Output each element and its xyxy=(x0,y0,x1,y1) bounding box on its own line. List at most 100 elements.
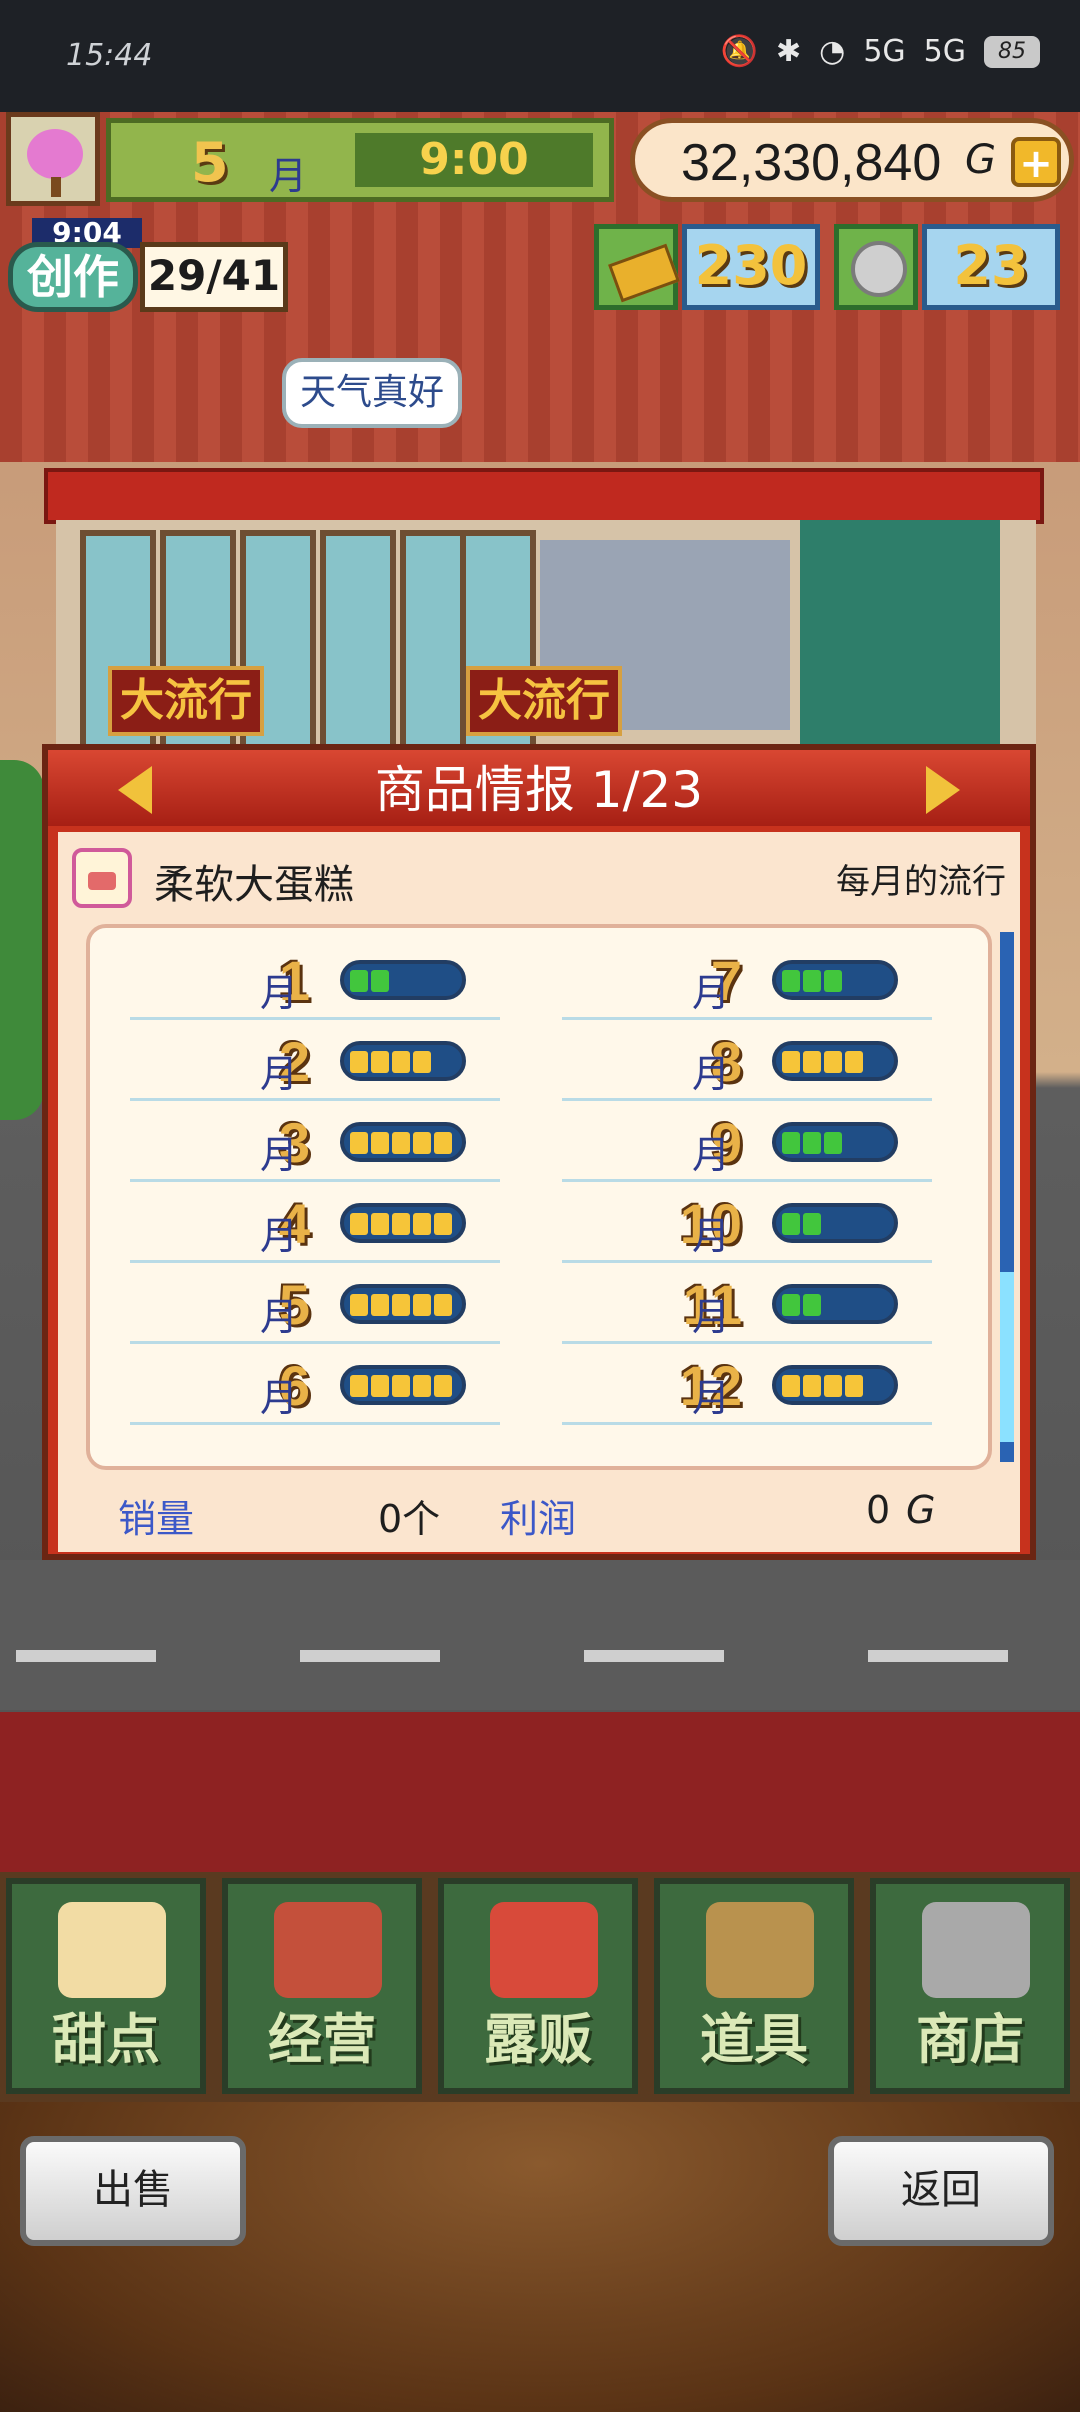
scrollbar-thumb[interactable] xyxy=(1000,1272,1014,1442)
month-unit: 月 xyxy=(692,1133,731,1177)
nav-item-food-truck[interactable]: 露贩 xyxy=(438,1878,638,2094)
trend-segment xyxy=(845,1375,863,1397)
month-trend-row: 1月 xyxy=(130,940,500,1020)
trend-level-bar xyxy=(772,1284,898,1324)
trend-sign: 大流行 xyxy=(108,666,264,736)
trend-segment xyxy=(413,1375,431,1397)
nav-item-items[interactable]: 道具 xyxy=(654,1878,854,2094)
trend-segment xyxy=(434,1294,452,1316)
add-money-button[interactable]: + xyxy=(1011,137,1061,187)
nav-item-desserts[interactable]: 甜点 xyxy=(6,1878,206,2094)
sales-value: 0个 xyxy=(378,1497,441,1541)
coin-shape xyxy=(851,241,907,297)
shopping-cart-icon xyxy=(922,1902,1030,1998)
month-trend-row: 12 月 xyxy=(562,1345,932,1425)
month-trend-row: 5月 xyxy=(130,1264,500,1344)
month-unit: 月 xyxy=(260,1295,299,1339)
trend-level-bar xyxy=(340,1041,466,1081)
speech-bubble: 天气真好 xyxy=(282,358,462,428)
nav-label: 道具 xyxy=(700,2008,808,2071)
month-unit: 月 xyxy=(692,1376,731,1420)
month-unit: 月 xyxy=(692,1052,731,1096)
sell-button[interactable]: 出售 xyxy=(20,2136,246,2246)
sales-label: 销量 xyxy=(118,1497,195,1541)
month-trend-row: 9月 xyxy=(562,1102,932,1182)
trend-segment xyxy=(803,1132,821,1154)
month-unit: 月 xyxy=(260,1214,299,1258)
row-divider xyxy=(562,1098,932,1101)
signal-icon-1: 5G xyxy=(863,34,906,69)
carpet xyxy=(0,1712,1080,1872)
trend-segment xyxy=(803,1213,821,1235)
panel-body: 柔软大蛋糕 每月的流行 1 月 2 月 3 月 4 月 5 月 6 月 7 月 8 月 9 月 10 月 11 月 12 月 … xyxy=(58,832,1020,1552)
month-unit: 月 xyxy=(269,154,308,198)
trend-segment xyxy=(434,1375,452,1397)
trend-segment xyxy=(350,1294,368,1316)
trend-segment xyxy=(392,1375,410,1397)
trend-segment xyxy=(350,1132,368,1154)
food-truck-icon xyxy=(490,1902,598,1998)
month-unit: 月 xyxy=(692,1295,731,1339)
panel-scrollbar[interactable] xyxy=(1000,932,1014,1462)
row-divider xyxy=(130,1098,500,1101)
trend-segment xyxy=(350,1213,368,1235)
trend-segment xyxy=(392,1051,410,1073)
gold-bar-shape xyxy=(608,243,680,303)
profit-unit: G xyxy=(906,1488,936,1532)
row-divider xyxy=(562,1260,932,1263)
money-display: 32,330,840 G + xyxy=(630,118,1074,202)
trend-segment xyxy=(782,1375,800,1397)
nav-item-store[interactable]: 商店 xyxy=(870,1878,1070,2094)
wifi-icon: ◔ xyxy=(819,34,846,69)
row-divider xyxy=(130,1179,500,1182)
trend-segment xyxy=(413,1051,431,1073)
month-unit: 月 xyxy=(260,1376,299,1420)
cake-icon xyxy=(58,1902,166,1998)
status-icons: 🔕 ✱ ◔ 5G 5G 85 xyxy=(721,34,1040,69)
month-trend-row: 4月 xyxy=(130,1183,500,1263)
shop-curtain xyxy=(800,520,1000,750)
panel-header: 商品情报 1/23 xyxy=(48,750,1030,826)
trend-segment xyxy=(350,1375,368,1397)
trend-segment xyxy=(371,1294,389,1316)
create-status[interactable]: 9:04 创作 29/41 xyxy=(8,218,292,314)
trend-segment xyxy=(371,1213,389,1235)
road-marking xyxy=(16,1650,156,1662)
blossom-tree-icon xyxy=(27,129,83,179)
month-unit: 月 xyxy=(260,1133,299,1177)
back-button[interactable]: 返回 xyxy=(828,2136,1054,2246)
monthly-trend-heading: 每月的流行 xyxy=(836,862,1006,902)
trend-segment xyxy=(350,970,368,992)
trend-segment xyxy=(782,1132,800,1154)
trend-segment xyxy=(803,1375,821,1397)
month-unit: 月 xyxy=(260,971,299,1015)
row-divider xyxy=(130,1260,500,1263)
month-unit: 月 xyxy=(692,971,731,1015)
trend-segment xyxy=(782,970,800,992)
nav-item-management[interactable]: 经营 xyxy=(222,1878,422,2094)
avatar-tree-button[interactable] xyxy=(6,112,100,206)
trend-segment xyxy=(371,1051,389,1073)
trend-level-bar xyxy=(772,1365,898,1405)
money-amount: 32,330,840 xyxy=(681,134,942,192)
trend-segment xyxy=(413,1213,431,1235)
trend-segment xyxy=(371,1375,389,1397)
tools-bag-icon xyxy=(706,1902,814,1998)
trend-segment xyxy=(824,970,842,992)
road-marking xyxy=(584,1650,724,1662)
shop-window xyxy=(320,530,396,752)
trend-segment xyxy=(782,1213,800,1235)
row-divider xyxy=(562,1422,932,1425)
row-divider xyxy=(562,1179,932,1182)
trend-level-bar xyxy=(772,1203,898,1243)
month-trend-row: 2月 xyxy=(130,1021,500,1101)
road xyxy=(0,1560,1080,1710)
trend-segment xyxy=(392,1213,410,1235)
row-divider xyxy=(130,1422,500,1425)
next-arrow-icon[interactable] xyxy=(926,766,960,814)
trend-segment xyxy=(392,1294,410,1316)
month-unit: 月 xyxy=(692,1214,731,1258)
sales-stats: 销量 0个 利润 0 G xyxy=(58,1480,1020,1541)
trend-segment xyxy=(413,1132,431,1154)
month-trend-row: 3月 xyxy=(130,1102,500,1182)
